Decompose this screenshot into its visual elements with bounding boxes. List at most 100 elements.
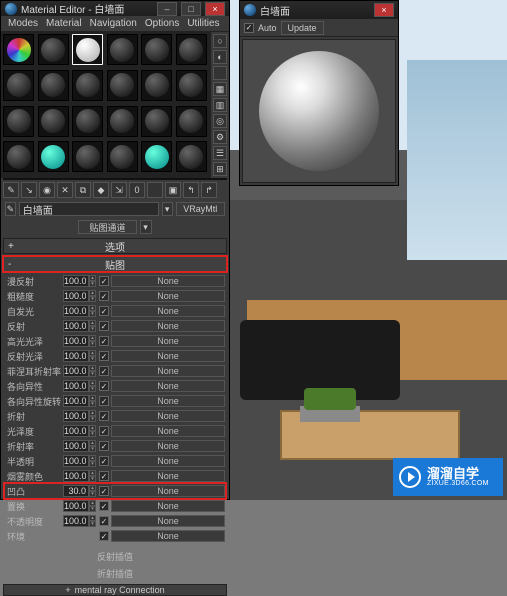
map-amount-spinner[interactable]: ▴▾ — [63, 440, 97, 452]
map-enable-checkbox[interactable]: ✓ — [99, 321, 109, 331]
map-enable-checkbox[interactable]: ✓ — [99, 516, 109, 526]
maximize-button[interactable]: □ — [181, 2, 201, 16]
map-slot-button[interactable]: None — [111, 335, 225, 347]
map-amount-spinner[interactable]: ▴▾ — [63, 500, 97, 512]
map-enable-checkbox[interactable]: ✓ — [99, 471, 109, 481]
material-swatch[interactable] — [176, 70, 207, 101]
menu-navigation[interactable]: Navigation — [87, 18, 140, 29]
material-swatch[interactable] — [72, 34, 103, 65]
map-slot-button[interactable]: None — [111, 425, 225, 437]
menu-material[interactable]: Material — [43, 18, 85, 29]
map-slot-button[interactable]: None — [111, 515, 225, 527]
map-amount-input[interactable] — [63, 500, 89, 512]
spinner-buttons[interactable]: ▴▾ — [89, 470, 96, 482]
material-swatch[interactable] — [3, 106, 34, 137]
map-enable-checkbox[interactable]: ✓ — [99, 381, 109, 391]
map-amount-input[interactable] — [63, 380, 89, 392]
map-enable-checkbox[interactable]: ✓ — [99, 306, 109, 316]
map-slot-button[interactable]: None — [111, 485, 225, 497]
map-enable-checkbox[interactable]: ✓ — [99, 276, 109, 286]
go-parent-button[interactable]: ↰ — [183, 182, 199, 198]
menu-options[interactable]: Options — [142, 18, 182, 29]
material-swatch[interactable] — [107, 70, 138, 101]
spinner-buttons[interactable]: ▴▾ — [89, 425, 96, 437]
map-channel-dropdown[interactable]: 贴图通道 — [78, 220, 136, 234]
show-map-button[interactable] — [147, 182, 163, 198]
map-amount-spinner[interactable]: ▴▾ — [63, 410, 97, 422]
reset-map-button[interactable]: ✕ — [57, 182, 73, 198]
map-amount-spinner[interactable]: ▴▾ — [63, 425, 97, 437]
map-amount-input[interactable] — [63, 395, 89, 407]
spinner-buttons[interactable]: ▴▾ — [89, 320, 96, 332]
menu-utilities[interactable]: Utilities — [184, 18, 222, 29]
map-amount-spinner[interactable]: ▴▾ — [63, 365, 97, 377]
preview-button[interactable]: ◎ — [213, 114, 227, 128]
map-amount-input[interactable] — [63, 350, 89, 362]
material-swatch[interactable] — [176, 106, 207, 137]
map-enable-checkbox[interactable]: ✓ — [99, 531, 109, 541]
material-swatch[interactable] — [72, 106, 103, 137]
map-amount-input[interactable] — [63, 335, 89, 347]
material-swatch[interactable] — [38, 106, 69, 137]
preview-close-button[interactable]: × — [374, 3, 394, 17]
map-amount-spinner[interactable]: ▴▾ — [63, 350, 97, 362]
auto-checkbox[interactable]: ✓ — [244, 23, 254, 33]
slots-3x2-button[interactable]: ⊞ — [213, 162, 227, 176]
put-to-library-button[interactable]: ⇲ — [111, 182, 127, 198]
material-swatch[interactable] — [141, 34, 172, 65]
map-enable-checkbox[interactable]: ✓ — [99, 441, 109, 451]
material-swatch[interactable] — [72, 70, 103, 101]
make-copy-button[interactable]: ⧉ — [75, 182, 91, 198]
material-swatch[interactable] — [38, 70, 69, 101]
map-slot-button[interactable]: None — [111, 500, 225, 512]
map-enable-checkbox[interactable]: ✓ — [99, 366, 109, 376]
spinner-buttons[interactable]: ▴▾ — [89, 440, 96, 452]
map-enable-checkbox[interactable]: ✓ — [99, 501, 109, 511]
map-amount-spinner[interactable]: ▴▾ — [63, 470, 97, 482]
options-rollout-header[interactable]: + 选项 — [3, 238, 227, 254]
map-enable-checkbox[interactable]: ✓ — [99, 456, 109, 466]
map-amount-spinner[interactable]: ▴▾ — [63, 290, 97, 302]
material-swatch[interactable] — [38, 34, 69, 65]
map-amount-spinner[interactable]: ▴▾ — [63, 380, 97, 392]
map-amount-input[interactable] — [63, 515, 89, 527]
make-unique-button[interactable]: ◆ — [93, 182, 109, 198]
map-amount-input[interactable] — [63, 305, 89, 317]
spinner-buttons[interactable]: ▴▾ — [89, 395, 96, 407]
map-amount-spinner[interactable]: ▴▾ — [63, 395, 97, 407]
minimize-button[interactable]: – — [157, 2, 177, 16]
material-swatch[interactable] — [141, 70, 172, 101]
video-check-button[interactable]: ▥ — [213, 98, 227, 112]
map-amount-spinner[interactable]: ▴▾ — [63, 320, 97, 332]
spinner-buttons[interactable]: ▴▾ — [89, 485, 96, 497]
mental-ray-rollout[interactable]: + mental ray Connection — [3, 584, 227, 596]
map-amount-input[interactable] — [63, 365, 89, 377]
map-amount-input[interactable] — [63, 320, 89, 332]
material-name-input[interactable] — [19, 202, 159, 216]
material-swatch[interactable] — [107, 34, 138, 65]
preview-titlebar[interactable]: 白墙面 × — [240, 1, 398, 19]
map-amount-spinner[interactable]: ▴▾ — [63, 335, 97, 347]
map-amount-input[interactable] — [63, 440, 89, 452]
map-slot-button[interactable]: None — [111, 440, 225, 452]
menu-modes[interactable]: Modes — [5, 18, 41, 29]
map-amount-input[interactable] — [63, 410, 89, 422]
assign-to-selection-button[interactable]: ◉ — [39, 182, 55, 198]
material-swatch[interactable] — [3, 141, 34, 172]
map-enable-checkbox[interactable]: ✓ — [99, 411, 109, 421]
map-amount-input[interactable] — [63, 290, 89, 302]
map-slot-button[interactable]: None — [111, 350, 225, 362]
spinner-buttons[interactable]: ▴▾ — [89, 290, 96, 302]
map-amount-spinner[interactable]: ▴▾ — [63, 305, 97, 317]
backlight-button[interactable]: ◐ — [213, 50, 227, 64]
spinner-buttons[interactable]: ▴▾ — [89, 455, 96, 467]
material-swatch[interactable] — [3, 34, 34, 65]
map-slot-button[interactable]: None — [111, 530, 225, 542]
map-amount-input[interactable] — [63, 470, 89, 482]
material-swatch[interactable] — [141, 141, 172, 172]
pick-material-dropdown[interactable]: ✎ — [5, 202, 16, 216]
map-amount-spinner[interactable]: ▴▾ — [63, 515, 97, 527]
map-slot-button[interactable]: None — [111, 470, 225, 482]
sample-uv-button[interactable]: ▦ — [213, 82, 227, 96]
map-slot-button[interactable]: None — [111, 320, 225, 332]
